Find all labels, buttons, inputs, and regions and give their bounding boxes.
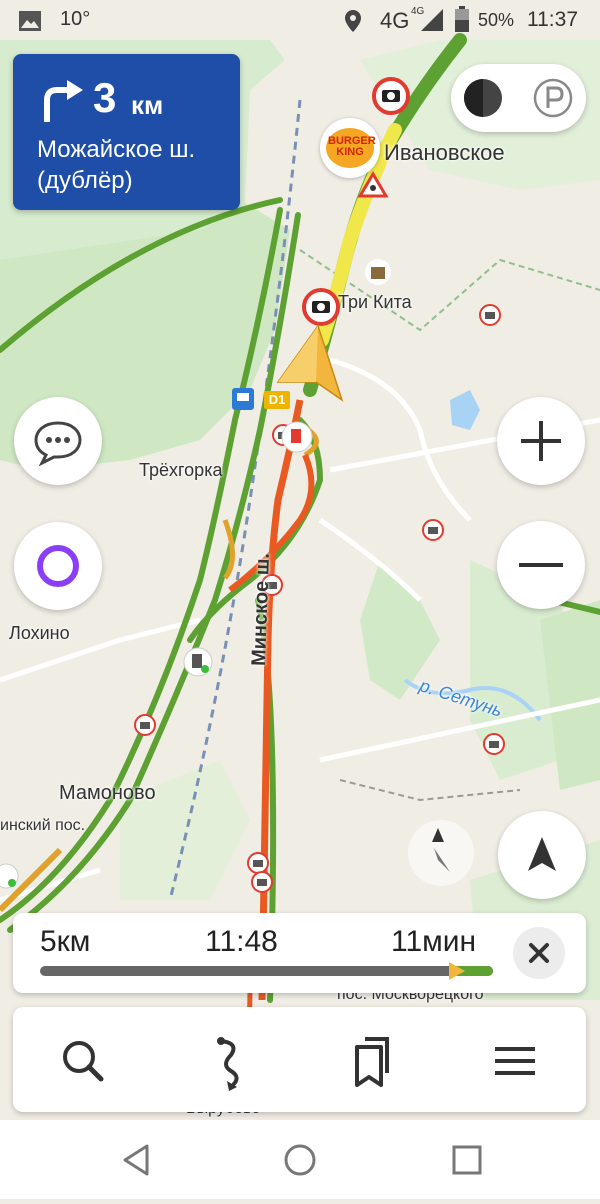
remaining-distance: 5км [40, 925, 91, 958]
place-label-minsky-pos: инский пос. [0, 817, 86, 834]
route-progress-bar [40, 962, 493, 980]
plus-icon [521, 421, 561, 461]
minus-icon [519, 563, 563, 567]
compass-button[interactable] [408, 820, 474, 886]
arrival-time: 11:48 [205, 925, 278, 958]
search-button[interactable] [47, 1025, 119, 1097]
back-nav-icon[interactable] [117, 1140, 157, 1180]
place-label-lokhino: Лохино [9, 623, 70, 643]
place-label-tri-kita: Три Кита [338, 292, 412, 312]
network-type-text: 4G [380, 8, 410, 33]
compass-icon [432, 828, 450, 872]
parking-icon[interactable] [531, 76, 575, 120]
place-label-trekhgorka: Трёхгорка [139, 460, 223, 480]
maneuver-distance: 3 [93, 74, 117, 121]
route-button[interactable] [191, 1025, 263, 1097]
signal-icon [421, 9, 443, 31]
route-icon [217, 1037, 239, 1091]
maneuver-distance-unit: км [131, 90, 164, 120]
battery-icon [455, 6, 469, 32]
zoom-out-button[interactable] [497, 521, 585, 609]
remaining-time: 11мин [391, 925, 477, 958]
bottom-toolbar [13, 1007, 586, 1112]
current-position-arrow [276, 324, 344, 402]
system-navigation-bar [0, 1120, 600, 1199]
close-route-button[interactable] [513, 927, 565, 979]
close-icon [529, 943, 549, 963]
navigation-arrow-icon [528, 837, 556, 871]
map-layers-control [451, 64, 586, 132]
menu-button[interactable] [479, 1025, 551, 1097]
search-icon [63, 1041, 104, 1082]
burger-king-logo[interactable]: BURGER KING [320, 118, 380, 178]
place-label-mamonovo: Мамоново [59, 782, 156, 804]
bookmarks-icon [355, 1037, 389, 1087]
chat-bubble-icon [34, 421, 82, 467]
progress-position-marker [449, 962, 465, 980]
chat-button[interactable] [14, 397, 102, 485]
maneuver-card[interactable]: 3 км Можайское ш. (дублёр) [13, 54, 240, 210]
my-location-button[interactable] [498, 811, 586, 899]
zoom-in-button[interactable] [497, 397, 585, 485]
bookmarks-button[interactable] [335, 1025, 407, 1097]
burger-king-text: BURGER KING [328, 135, 376, 158]
place-label-ivanovskoe: Ивановское [384, 140, 505, 165]
temperature-text: 10° [60, 8, 91, 30]
gallery-icon [19, 11, 41, 31]
alice-voice-button[interactable] [14, 522, 102, 610]
turn-right-icon [44, 80, 83, 122]
alice-icon [37, 545, 79, 587]
route-info-panel[interactable]: 5км 11:48 11мин [13, 913, 586, 993]
clock-text: 11:37 [527, 8, 578, 31]
battery-percent-text: 50% [478, 10, 515, 30]
status-bar: 10° 4G 4G 50% 11:37 [0, 0, 600, 42]
hamburger-menu-icon [495, 1047, 535, 1075]
traffic-toggle-icon[interactable] [461, 76, 505, 120]
recents-nav-icon[interactable] [447, 1140, 487, 1180]
home-nav-icon[interactable] [280, 1140, 320, 1180]
maneuver-street: Можайское ш. (дублёр) [37, 136, 196, 194]
road-label-minskoe: Минское ш. [248, 552, 274, 667]
location-icon [345, 10, 361, 32]
